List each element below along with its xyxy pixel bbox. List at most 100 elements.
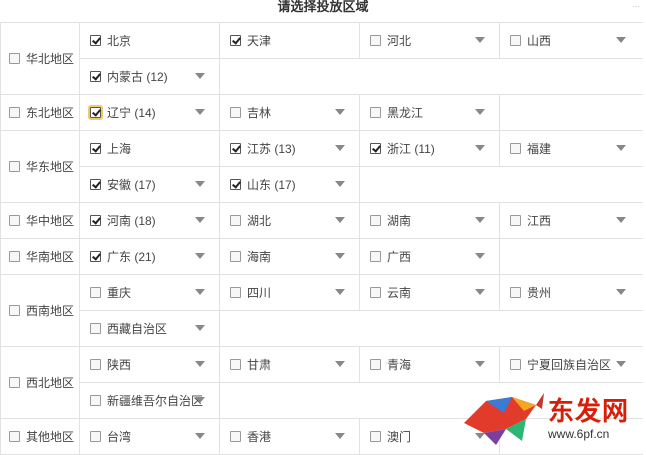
chevron-down-icon[interactable]: [475, 289, 485, 295]
province-item[interactable]: 贵州: [500, 275, 640, 310]
province-item[interactable]: 宁夏回族自治区: [500, 347, 640, 382]
chevron-down-icon[interactable]: [195, 361, 205, 367]
province-checkbox[interactable]: [88, 105, 103, 120]
province-checkbox[interactable]: [230, 215, 241, 226]
region-checkbox[interactable]: [9, 107, 20, 118]
chevron-down-icon[interactable]: [195, 109, 205, 115]
province-checkbox[interactable]: [370, 287, 381, 298]
chevron-down-icon[interactable]: [335, 217, 345, 223]
province-checkbox[interactable]: [90, 179, 101, 190]
province-checkbox[interactable]: [90, 143, 101, 154]
province-item[interactable]: 湖南: [360, 203, 500, 238]
province-item[interactable]: 浙江 (11): [360, 131, 500, 166]
province-checkbox[interactable]: [230, 251, 241, 262]
chevron-down-icon[interactable]: [475, 361, 485, 367]
province-item[interactable]: 四川: [220, 275, 360, 310]
province-item[interactable]: 湖北: [220, 203, 360, 238]
province-checkbox[interactable]: [370, 107, 381, 118]
province-item[interactable]: 安徽 (17): [80, 167, 220, 202]
province-checkbox[interactable]: [510, 359, 521, 370]
region-label[interactable]: 西北地区: [0, 347, 80, 418]
chevron-down-icon[interactable]: [195, 253, 205, 259]
chevron-down-icon[interactable]: [475, 37, 485, 43]
chevron-down-icon[interactable]: [475, 253, 485, 259]
region-checkbox[interactable]: [9, 161, 20, 172]
chevron-down-icon[interactable]: [475, 217, 485, 223]
province-item[interactable]: 北京: [80, 23, 220, 58]
province-item[interactable]: 海南: [220, 239, 360, 274]
chevron-down-icon[interactable]: [195, 73, 205, 79]
chevron-down-icon[interactable]: [335, 433, 345, 439]
chevron-down-icon[interactable]: [335, 253, 345, 259]
chevron-down-icon[interactable]: [335, 145, 345, 151]
province-checkbox[interactable]: [230, 287, 241, 298]
province-checkbox[interactable]: [230, 179, 241, 190]
province-checkbox[interactable]: [90, 71, 101, 82]
province-item[interactable]: 西藏自治区: [80, 311, 220, 346]
province-checkbox[interactable]: [90, 287, 101, 298]
province-item[interactable]: 吉林: [220, 95, 360, 130]
province-item[interactable]: 新疆维吾尔自治区: [80, 383, 220, 418]
province-checkbox[interactable]: [90, 323, 101, 334]
province-item[interactable]: 福建: [500, 131, 640, 166]
chevron-down-icon[interactable]: [335, 289, 345, 295]
chevron-down-icon[interactable]: [195, 397, 205, 403]
province-checkbox[interactable]: [230, 107, 241, 118]
province-checkbox[interactable]: [230, 431, 241, 442]
province-checkbox[interactable]: [510, 287, 521, 298]
province-checkbox[interactable]: [90, 215, 101, 226]
province-checkbox[interactable]: [510, 215, 521, 226]
province-item[interactable]: 云南: [360, 275, 500, 310]
chevron-down-icon[interactable]: [616, 217, 626, 223]
province-item[interactable]: 河北: [360, 23, 500, 58]
province-checkbox[interactable]: [510, 143, 521, 154]
region-label[interactable]: 东北地区: [0, 95, 80, 130]
province-item[interactable]: 内蒙古 (12): [80, 59, 220, 94]
region-checkbox[interactable]: [9, 251, 20, 262]
region-label[interactable]: 华南地区: [0, 239, 80, 274]
province-checkbox[interactable]: [370, 143, 381, 154]
province-checkbox[interactable]: [90, 431, 101, 442]
province-checkbox[interactable]: [510, 35, 521, 46]
province-item[interactable]: 陕西: [80, 347, 220, 382]
province-item[interactable]: 重庆: [80, 275, 220, 310]
region-checkbox[interactable]: [9, 377, 20, 388]
chevron-down-icon[interactable]: [195, 289, 205, 295]
province-item[interactable]: 江苏 (13): [220, 131, 360, 166]
chevron-down-icon[interactable]: [195, 433, 205, 439]
region-label[interactable]: 西南地区: [0, 275, 80, 346]
region-checkbox[interactable]: [9, 305, 20, 316]
chevron-down-icon[interactable]: [335, 181, 345, 187]
province-item[interactable]: 辽宁 (14): [80, 95, 220, 130]
region-label[interactable]: 华北地区: [0, 23, 80, 94]
province-item[interactable]: 上海: [80, 131, 220, 166]
province-checkbox[interactable]: [230, 143, 241, 154]
province-item[interactable]: 广西: [360, 239, 500, 274]
region-checkbox[interactable]: [9, 53, 20, 64]
province-item[interactable]: 江西: [500, 203, 640, 238]
province-item[interactable]: 青海: [360, 347, 500, 382]
region-checkbox[interactable]: [9, 431, 20, 442]
province-checkbox[interactable]: [230, 359, 241, 370]
chevron-down-icon[interactable]: [195, 325, 205, 331]
region-checkbox[interactable]: [9, 215, 20, 226]
chevron-down-icon[interactable]: [616, 361, 626, 367]
chevron-down-icon[interactable]: [195, 217, 205, 223]
region-label[interactable]: 华中地区: [0, 203, 80, 238]
chevron-down-icon[interactable]: [195, 181, 205, 187]
province-item[interactable]: 天津: [220, 23, 360, 58]
province-checkbox[interactable]: [370, 251, 381, 262]
province-item[interactable]: 黑龙江: [360, 95, 500, 130]
province-checkbox[interactable]: [90, 395, 101, 406]
province-item[interactable]: 山东 (17): [220, 167, 360, 202]
chevron-down-icon[interactable]: [335, 109, 345, 115]
chevron-down-icon[interactable]: [616, 145, 626, 151]
province-checkbox[interactable]: [370, 431, 381, 442]
province-item[interactable]: 甘肃: [220, 347, 360, 382]
province-checkbox[interactable]: [90, 359, 101, 370]
chevron-down-icon[interactable]: [616, 37, 626, 43]
region-label[interactable]: 华东地区: [0, 131, 80, 202]
province-item[interactable]: 山西: [500, 23, 640, 58]
province-checkbox[interactable]: [90, 251, 101, 262]
province-checkbox[interactable]: [230, 35, 241, 46]
